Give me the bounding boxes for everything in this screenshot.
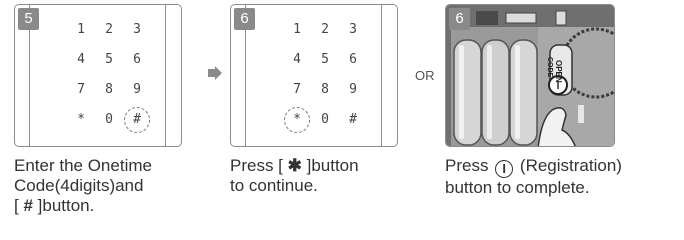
step-6-caption: Press [ ✱ ]button to continue. (230, 156, 420, 196)
key-4[interactable]: 4 (286, 49, 308, 71)
step-registration-caption: Press I (Registration) button to complet… (445, 156, 684, 198)
caption-text: (Registration) (515, 156, 622, 175)
caption-line: Press [ ✱ ]button (230, 156, 420, 176)
step-6-panel: 6 1 2 3 4 5 6 7 8 9 * 0 # (230, 4, 398, 147)
key-8[interactable]: 8 (314, 79, 336, 101)
key-star[interactable]: * (70, 109, 92, 131)
code-label: CODE (546, 57, 553, 78)
caption-line: [ # ]button. (14, 196, 214, 216)
or-label: OR (415, 68, 435, 83)
key-9[interactable]: 9 (342, 79, 364, 101)
key-star-highlighted[interactable]: * (284, 107, 310, 133)
key-6[interactable]: 6 (126, 49, 148, 71)
key-7[interactable]: 7 (70, 79, 92, 101)
key-1[interactable]: 1 (286, 19, 308, 41)
bracket-open: [ (14, 196, 24, 215)
key-3[interactable]: 3 (126, 19, 148, 41)
panel-edge-line (165, 5, 166, 146)
key-hash[interactable]: # (342, 109, 364, 131)
right-arrow-icon (208, 66, 222, 80)
battery-compartment-illustration: I (446, 5, 614, 146)
registration-button-icon: I (495, 160, 514, 178)
key-hash-highlighted[interactable]: # (124, 107, 150, 133)
open-label: OPEN (554, 60, 563, 83)
caption-text: Press [ (230, 156, 288, 175)
step-5-panel: 5 1 2 3 4 5 6 7 8 9 * 0 # (14, 4, 182, 147)
caption-text: ]button (301, 156, 359, 175)
key-2[interactable]: 2 (98, 19, 120, 41)
key-0[interactable]: 0 (98, 109, 120, 131)
step-number-badge-overlay: 6 (449, 8, 470, 30)
caption-line: button to complete. (445, 178, 590, 197)
keypad: 1 2 3 4 5 6 7 8 9 * 0 # (281, 19, 369, 139)
star-icon: ✱ (287, 156, 302, 175)
hash-icon: # (23, 196, 33, 215)
key-6[interactable]: 6 (342, 49, 364, 71)
step-number-badge: 6 (234, 8, 255, 30)
key-3[interactable]: 3 (342, 19, 364, 41)
key-5[interactable]: 5 (98, 49, 120, 71)
caption-line: Enter the Onetime (14, 156, 152, 175)
keypad: 1 2 3 4 5 6 7 8 9 * 0 # (65, 19, 153, 139)
caption-text: ]button. (32, 196, 95, 215)
key-5[interactable]: 5 (314, 49, 336, 71)
step-number-badge: 5 (18, 8, 39, 30)
caption-line: Press I (Registration) (445, 156, 684, 178)
key-7[interactable]: 7 (286, 79, 308, 101)
key-9[interactable]: 9 (126, 79, 148, 101)
key-4[interactable]: 4 (70, 49, 92, 71)
key-0[interactable]: 0 (314, 109, 336, 131)
key-2[interactable]: 2 (314, 19, 336, 41)
key-8[interactable]: 8 (98, 79, 120, 101)
caption-line: to continue. (230, 176, 318, 195)
caption-text: Press (445, 156, 494, 175)
step-5-caption: Enter the Onetime Code(4digits)and [ # ]… (14, 156, 214, 216)
key-1[interactable]: 1 (70, 19, 92, 41)
battery-compartment-panel: 6 I OPEN CODE 6 (445, 4, 615, 147)
panel-edge-line (381, 5, 382, 146)
caption-line: Code(4digits)and (14, 176, 144, 195)
